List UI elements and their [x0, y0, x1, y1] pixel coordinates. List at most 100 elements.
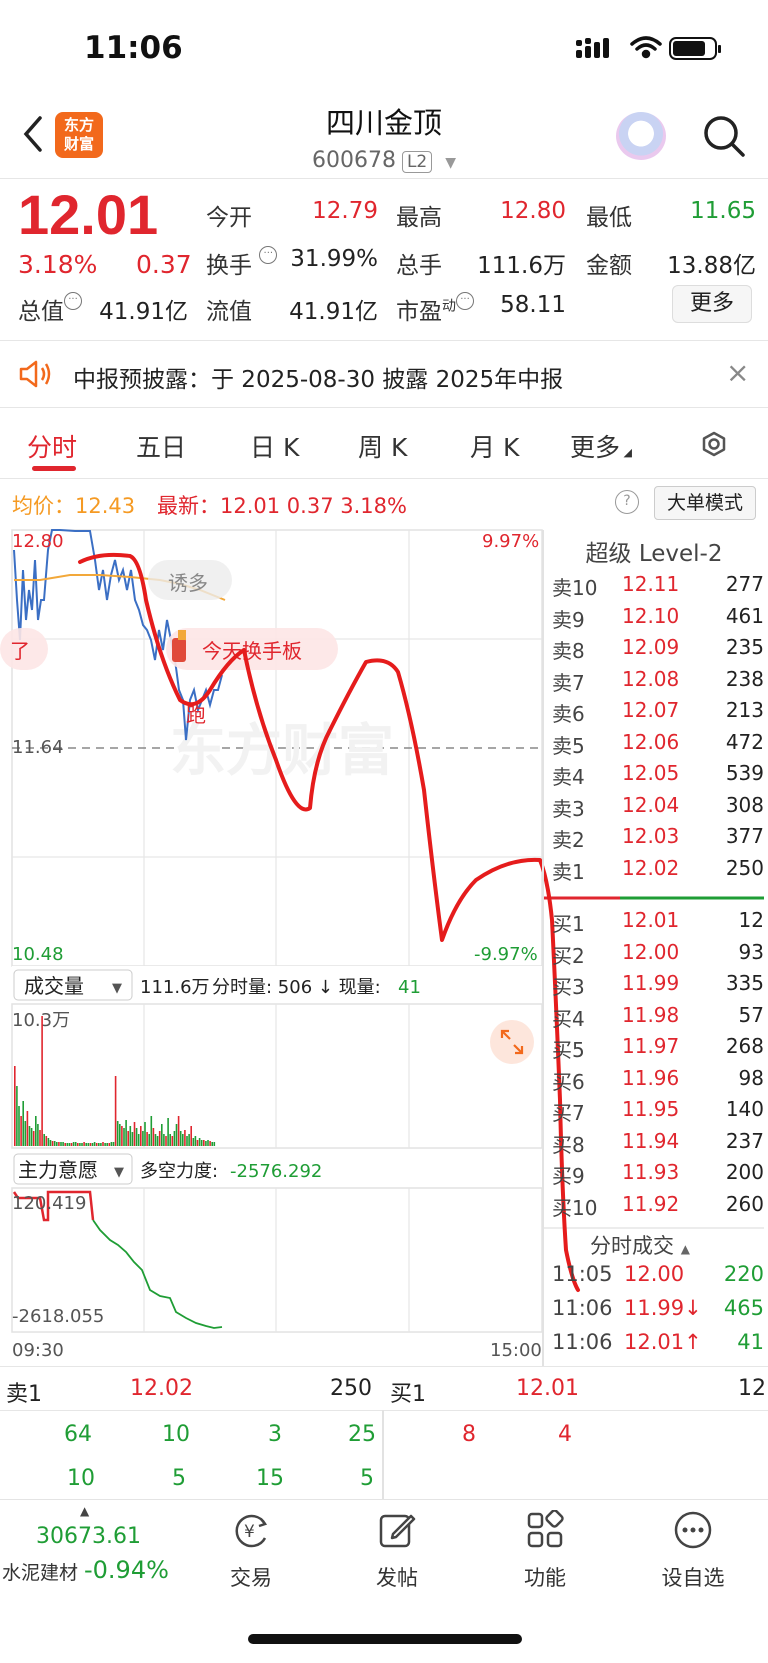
home-indicator[interactable] [248, 1634, 522, 1644]
ob-volume: 93 [738, 939, 764, 964]
bid-row[interactable]: 买8 11.94 237 [548, 1129, 764, 1159]
caret-up-icon: ▲ [680, 1242, 690, 1256]
bid-row[interactable]: 买7 11.95 140 [548, 1097, 764, 1127]
notice-text[interactable]: 中报预披露：于 2025-08-30 披露 2025年中报 [73, 360, 563, 394]
volume-bar [211, 1142, 213, 1146]
ask-row[interactable]: 卖7 12.08 238 [548, 667, 764, 697]
close-icon[interactable]: × [726, 356, 749, 389]
sector-name[interactable]: 水泥建材 [2, 1558, 78, 1585]
pct-high-label: 9.97% [482, 531, 539, 552]
ob-price: 11.98 [622, 1002, 680, 1027]
level2-title[interactable]: 超级 Level-2 [544, 534, 764, 568]
info-dots-icon[interactable]: ··· [64, 292, 82, 310]
volume-bar [93, 1142, 96, 1146]
volume-bar [182, 1134, 184, 1146]
sector-index-value[interactable]: 30673.61 [36, 1524, 141, 1549]
volume-bar [53, 1141, 56, 1146]
ob-level-label: 买10 [552, 1195, 598, 1220]
ask-row[interactable]: 卖9 12.10 461 [548, 604, 764, 634]
chevron-down-icon: ▼ [112, 981, 122, 996]
volume-bar [186, 1136, 188, 1146]
trade-price: 12.00 [624, 1262, 685, 1286]
change-percent: 3.18% [18, 250, 98, 279]
nav-post[interactable]: 发帖 [352, 1510, 442, 1592]
trades-title[interactable]: 分时成交 ▲ [590, 1230, 690, 1260]
amount-label: 金额 [586, 253, 632, 279]
bid-row[interactable]: 买3 11.99 335 [548, 971, 764, 1001]
status-time: 11:06 [84, 30, 183, 66]
volume-bar [121, 1126, 123, 1146]
ob-volume: 238 [725, 666, 764, 691]
volume-bar [102, 1142, 104, 1146]
search-icon[interactable] [702, 114, 746, 158]
nav-add-watchlist[interactable]: 设自选 [648, 1510, 738, 1592]
mcap-value: 41.91亿 [99, 299, 188, 325]
nav-functions[interactable]: 功能 [500, 1509, 590, 1592]
ask-row[interactable]: 卖1 12.02 250 [548, 856, 764, 886]
ob-volume: 140 [725, 1097, 764, 1121]
ob-level-label: 买9 [552, 1164, 585, 1188]
ob-level-label: 买3 [552, 975, 585, 999]
volume-bar [198, 1138, 201, 1146]
ask-row[interactable]: 卖3 12.04 308 [548, 793, 764, 823]
bid-row[interactable]: 买9 11.93 200 [548, 1160, 764, 1190]
divider [0, 1410, 768, 1411]
mcap-label: 总值 ··· [18, 292, 82, 326]
tab-intraday[interactable]: 分时 [27, 428, 77, 464]
sell-queue-item: 25 [348, 1422, 376, 1447]
ask-row[interactable]: 卖8 12.09 235 [548, 635, 764, 665]
ob-level-label: 买4 [552, 1006, 585, 1031]
big-order-mode-button[interactable]: 大单模式 [654, 486, 756, 520]
bid-row[interactable]: 买2 12.00 93 [548, 940, 764, 970]
open-label: 今开 [206, 205, 252, 231]
nav-trade[interactable]: ¥ 交易 [206, 1510, 296, 1592]
sector-change[interactable]: -0.94% [84, 1556, 169, 1584]
ob-volume: 260 [725, 1191, 764, 1216]
ob-price: 12.11 [622, 572, 680, 596]
nav-label: 设自选 [661, 1566, 725, 1590]
tab-daily-k[interactable]: 日 K [250, 428, 299, 464]
ask-row[interactable]: 卖2 12.03 377 [548, 824, 764, 854]
more-quote-button[interactable]: 更多 [672, 285, 752, 323]
assistant-avatar-icon[interactable] [616, 112, 666, 160]
bid-row[interactable]: 买4 11.98 57 [548, 1003, 764, 1033]
bid-row[interactable]: 买1 12.01 12 [548, 908, 764, 938]
help-icon[interactable]: ? [615, 490, 639, 514]
divider [0, 407, 768, 408]
volume-bar [87, 1143, 90, 1146]
gear-icon[interactable] [696, 426, 732, 462]
svg-text:¥: ¥ [244, 1522, 255, 1542]
bid-row[interactable]: 买10 11.92 260 [548, 1192, 764, 1222]
volume-bar [140, 1126, 142, 1146]
ask-row[interactable]: 卖6 12.07 213 [548, 698, 764, 728]
trade-row: 11:06 11.99↓ 465 [552, 1296, 764, 1326]
ask-row[interactable]: 卖4 12.05 539 [548, 761, 764, 791]
ask-row[interactable]: 卖5 12.06 472 [548, 730, 764, 760]
volume-bar [68, 1143, 71, 1146]
volume-bar [146, 1132, 148, 1146]
trade-time: 11:06 [552, 1330, 613, 1354]
tab-five-day[interactable]: 五日 [136, 428, 186, 464]
tab-monthly-k[interactable]: 月 K [470, 428, 519, 464]
ob-price: 12.10 [622, 603, 680, 628]
volume-bar [123, 1128, 125, 1146]
volume-bar [37, 1124, 39, 1146]
pe-value: 58.11 [500, 292, 566, 318]
bid-row[interactable]: 买5 11.97 268 [548, 1034, 764, 1064]
ask-row[interactable]: 卖10 12.11 277 [548, 572, 764, 602]
volume-bar [184, 1130, 186, 1146]
ob-level-label: 卖8 [552, 639, 585, 663]
tab-more[interactable]: 更多 ◢ [570, 428, 632, 464]
volume-bar [39, 1130, 41, 1146]
volume-bar [81, 1143, 83, 1146]
trade-price: 11.99↓ [624, 1296, 702, 1320]
sell-queue-item: 15 [256, 1466, 284, 1491]
volume-bar [35, 1116, 37, 1146]
tab-weekly-k[interactable]: 周 K [358, 428, 407, 464]
nav-label: 发帖 [376, 1566, 418, 1590]
info-dots-icon[interactable]: ··· [259, 246, 278, 264]
volume-bar [129, 1126, 132, 1146]
info-dots-icon[interactable]: ··· [456, 292, 474, 310]
volume-bar [152, 1128, 155, 1146]
bid-row[interactable]: 买6 11.96 98 [548, 1066, 764, 1096]
